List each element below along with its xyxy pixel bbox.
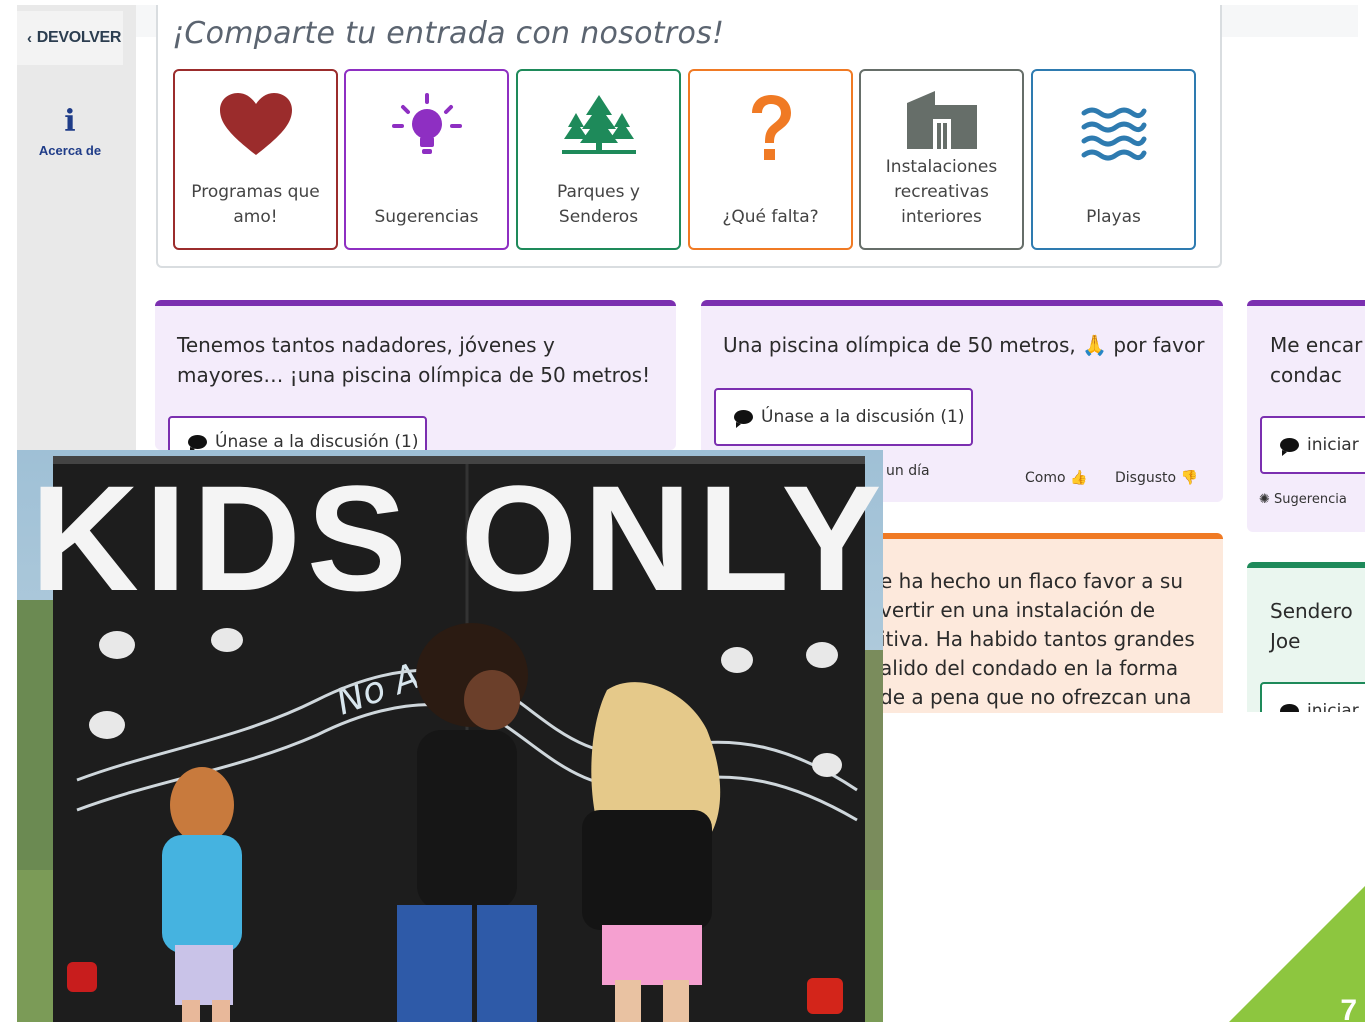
info-icon: i — [64, 104, 76, 139]
start-discussion-button[interactable]: iniciar — [1260, 416, 1365, 474]
category-label: ¿Qué falta? — [722, 207, 819, 227]
lightbulb-icon: ✺ — [1259, 492, 1270, 507]
dislike-label: Disgusto — [1115, 470, 1177, 486]
back-label: DEVOLVER — [36, 29, 122, 46]
category-label: Playas — [1086, 207, 1141, 227]
category-beaches[interactable]: Playas — [1031, 69, 1196, 250]
button-label: Únase a la discusión (1) — [761, 407, 965, 427]
thumbs-up-icon: 👍 — [1070, 470, 1088, 486]
share-title: ¡Comparte tu entrada con nosotros! — [172, 16, 725, 51]
kids-only-photo: KIDS ONLY No Ad To — [17, 450, 883, 1022]
building-icon — [861, 91, 1022, 149]
card-text: Tenemos tantos nadadores, jóvenes y mayo… — [177, 333, 651, 387]
comment-icon — [1280, 438, 1299, 456]
category-label: Parques y Senderos — [557, 182, 640, 227]
category-label: Programas que amo! — [191, 182, 320, 227]
category-indoor-facilities[interactable]: Instalaciones recreativas interiores — [859, 69, 1024, 250]
comment-icon — [734, 410, 753, 428]
category-label: Sugerencias — [374, 207, 479, 227]
chevron-left-icon: ‹ — [27, 29, 32, 47]
tag-label: Sugerencia — [1274, 492, 1347, 507]
thumbs-down-icon: 👎 — [1180, 470, 1198, 486]
button-label: Únase a la discusión (1) — [215, 432, 419, 452]
idea-card: Sendero Joe iniciar — [1247, 562, 1365, 712]
back-button[interactable]: ‹ DEVOLVER — [17, 11, 123, 65]
join-discussion-button[interactable]: Únase a la discusión (1) — [714, 388, 973, 446]
question-icon — [690, 93, 851, 165]
card-text: e ha hecho un flaco favor a su vertir en… — [880, 569, 1195, 709]
waves-icon — [1033, 105, 1194, 161]
category-suggestions[interactable]: Sugerencias — [344, 69, 509, 250]
idea-card: Tenemos tantos nadadores, jóvenes y mayo… — [155, 300, 676, 468]
idea-card: e ha hecho un flaco favor a su vertir en… — [860, 533, 1223, 713]
category-missing[interactable]: ¿Qué falta? — [688, 69, 853, 250]
card-text: Me encar el condac — [1270, 333, 1365, 387]
card-text: Una piscina olímpica de 50 metros, 🙏 por… — [723, 333, 1205, 357]
start-discussion-button[interactable]: iniciar — [1260, 682, 1365, 712]
comment-icon — [1280, 704, 1299, 712]
about-link[interactable]: i Acerca de — [17, 104, 123, 159]
card-text: Sendero Joe — [1270, 599, 1353, 653]
button-label: iniciar — [1307, 701, 1359, 712]
timestamp: un día — [886, 463, 930, 479]
like-button[interactable]: Como 👍 — [1025, 470, 1087, 486]
lightbulb-icon — [346, 93, 507, 163]
category-label: Instalaciones recreativas interiores — [885, 157, 998, 227]
idea-card: Me encar el condac iniciar ✺ Sugerencia — [1247, 300, 1365, 532]
heart-icon — [175, 93, 336, 157]
page-number: 7 — [1340, 994, 1357, 1027]
sign-text: KIDS ONLY — [31, 454, 883, 622]
trees-icon — [518, 93, 679, 155]
button-label: iniciar — [1307, 435, 1359, 455]
about-label: Acerca de — [38, 143, 102, 158]
comment-icon — [188, 435, 207, 453]
category-programs[interactable]: Programas que amo! — [173, 69, 338, 250]
category-tag: ✺ Sugerencia — [1259, 492, 1347, 507]
like-label: Como — [1025, 470, 1066, 486]
left-sidebar: ‹ DEVOLVER i Acerca de — [17, 5, 136, 450]
category-parks[interactable]: Parques y Senderos — [516, 69, 681, 250]
dislike-button[interactable]: Disgusto 👎 — [1115, 470, 1198, 486]
